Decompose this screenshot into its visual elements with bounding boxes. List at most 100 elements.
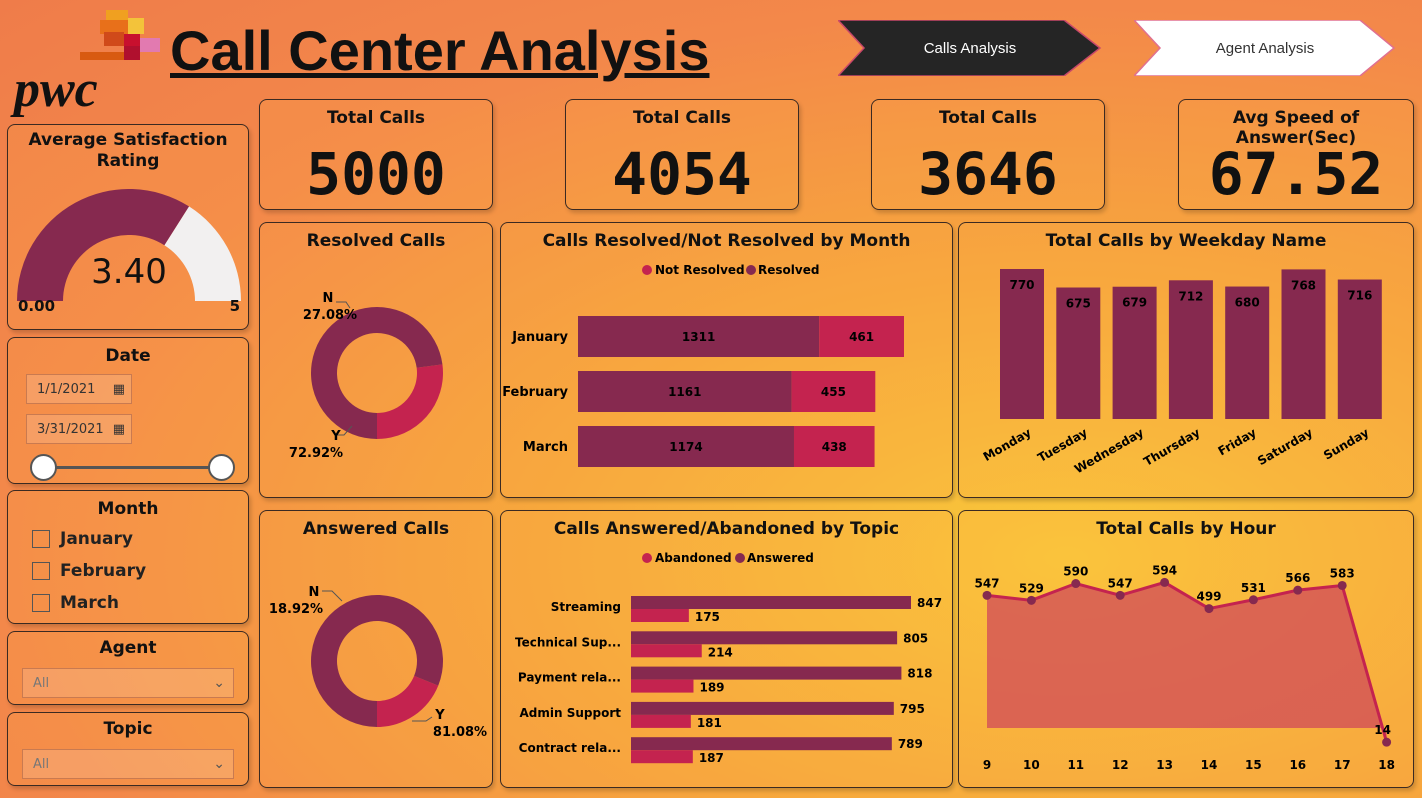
data-label: 847	[917, 596, 942, 610]
answered-donut-chart: N 18.92% Y 81.08%	[269, 585, 487, 740]
month-slicer-title: Month	[97, 499, 159, 519]
month-option-february[interactable]: February	[32, 561, 146, 581]
data-label: 805	[903, 631, 928, 645]
tick-label: Friday	[1216, 425, 1259, 458]
data-point	[1382, 737, 1392, 747]
data-label: 187	[699, 751, 724, 765]
kpi-title: Total Calls	[938, 108, 1038, 128]
date-range-end-handle[interactable]	[208, 454, 235, 481]
topic-card: Calls Answered/Abandoned by Topic Abando…	[500, 510, 953, 788]
pwc-logo-text: pwc	[14, 61, 98, 118]
satisfaction-gauge-card: Average Satisfaction Rating 3.40 0.00 5	[7, 124, 249, 330]
topic-dropdown-value: All	[33, 756, 50, 772]
donut-percent-label: 18.92%	[269, 602, 323, 617]
tick-label: 18	[1378, 758, 1395, 772]
bar-answered	[631, 737, 892, 751]
date-range-start-handle[interactable]	[30, 454, 57, 481]
donut-percent-label: 27.08%	[303, 308, 357, 323]
tick-label: 11	[1067, 758, 1084, 772]
month-option-january[interactable]: January	[32, 529, 133, 549]
calendar-icon[interactable]: ▦	[113, 382, 125, 397]
tick-label: 10	[1023, 758, 1040, 772]
topic-dropdown[interactable]: All ⌄	[22, 749, 234, 779]
start-date-input[interactable]: 1/1/2021 ▦	[26, 374, 132, 404]
agent-slicer-title: Agent	[99, 638, 157, 658]
legend-marker-abandoned	[642, 553, 652, 563]
donut-category-label: N	[309, 585, 320, 600]
donut-label-leader	[412, 716, 433, 722]
month-option-label: March	[60, 593, 119, 613]
data-label: 214	[708, 645, 733, 659]
answered-calls-card: Answered Calls N 18.92% Y 81.08%	[259, 510, 493, 788]
kpi-value: 4054	[612, 140, 752, 208]
chevron-down-icon[interactable]: ⌄	[213, 756, 225, 772]
gauge-chart: 3.40 0.00 5	[17, 189, 241, 315]
agent-dropdown[interactable]: All ⌄	[22, 668, 234, 698]
start-date-value: 1/1/2021	[37, 381, 96, 397]
data-point	[982, 590, 992, 600]
checkbox[interactable]	[32, 530, 50, 548]
legend-marker-not-resolved	[642, 265, 652, 275]
tick-label: 13	[1156, 758, 1173, 772]
checkbox[interactable]	[32, 594, 50, 612]
data-label: 455	[821, 385, 846, 399]
calendar-icon[interactable]: ▦	[113, 422, 125, 437]
bar-abandoned	[631, 644, 702, 658]
month-option-label: January	[60, 529, 133, 549]
tab-agent-analysis[interactable]: Agent Analysis	[1134, 20, 1396, 76]
legend-marker-resolved	[746, 265, 756, 275]
data-label: 438	[822, 440, 847, 454]
donut-slice-n	[377, 364, 443, 439]
data-label: 529	[1019, 581, 1044, 595]
tab-agent-analysis-label: Agent Analysis	[1215, 39, 1315, 57]
data-label: 531	[1241, 581, 1266, 595]
donut-percent-label: 81.08%	[433, 725, 487, 740]
kpi-avg-speed-answer: Avg Speed of Answer(Sec) 67.52	[1178, 99, 1414, 210]
legend-label: Not Resolved	[655, 263, 745, 277]
gauge-value: 3.40	[91, 252, 167, 292]
data-label: 789	[898, 737, 923, 751]
data-point	[1293, 585, 1303, 595]
data-point	[1337, 580, 1347, 590]
hour-card: Total Calls by Hour 547 9 529 10 590 11 547 12 5…	[958, 510, 1414, 788]
category-label: Contract rela...	[519, 741, 621, 755]
topic-slicer-title: Topic	[103, 719, 153, 739]
data-label: 175	[695, 610, 720, 624]
page-title: Call Center Analysis	[170, 19, 710, 82]
donut-category-label: N	[323, 291, 334, 306]
tick-label: Thursday	[1141, 425, 1202, 468]
date-slicer-title: Date	[105, 346, 151, 366]
data-label: 818	[907, 667, 932, 681]
bar-abandoned	[631, 609, 689, 622]
data-label: 499	[1196, 590, 1221, 604]
data-label: 583	[1330, 566, 1355, 580]
end-date-input[interactable]: 3/31/2021 ▦	[26, 414, 132, 444]
weekday-chart: 770Monday675Tuesday679Wednesday712Thursd…	[981, 269, 1382, 476]
tick-label: 14	[1201, 758, 1218, 772]
month-option-march[interactable]: March	[32, 593, 119, 613]
category-label: Streaming	[551, 600, 621, 614]
checkbox[interactable]	[32, 562, 50, 580]
data-point	[1026, 595, 1036, 605]
topic-chart: Abandoned Answered Streaming 847 175 Technica…	[515, 551, 942, 765]
data-point	[1204, 604, 1214, 614]
gauge-max-label: 5	[230, 297, 240, 315]
tick-label: 9	[983, 758, 991, 772]
month-option-label: February	[60, 561, 147, 581]
data-label: 675	[1066, 297, 1091, 311]
kpi-total-calls: Total Calls 5000	[259, 99, 493, 210]
category-label: Payment rela...	[518, 671, 621, 685]
bar-abandoned	[631, 679, 694, 693]
month-slicer: Month January February March	[7, 490, 249, 624]
tick-label: Saturday	[1255, 425, 1315, 468]
category-label: February	[502, 385, 568, 400]
bar-abandoned	[631, 714, 691, 728]
resolved-donut-chart: N 27.08% Y 72.92%	[289, 291, 443, 461]
donut-category-label: Y	[434, 708, 445, 723]
data-label: 795	[900, 702, 925, 716]
data-label: 716	[1347, 289, 1372, 303]
chevron-down-icon[interactable]: ⌄	[213, 675, 225, 691]
tick-label: 16	[1289, 758, 1306, 772]
tab-calls-analysis[interactable]: Calls Analysis	[838, 20, 1102, 76]
tab-calls-analysis-label: Calls Analysis	[923, 39, 1017, 57]
